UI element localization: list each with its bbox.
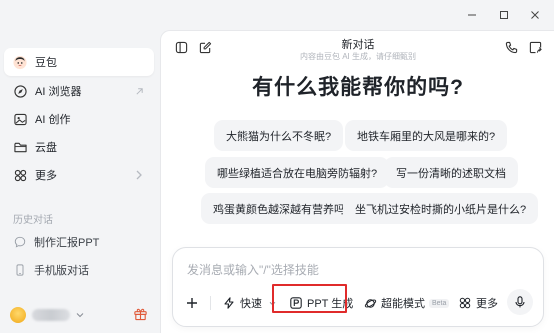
divider <box>210 296 211 310</box>
message-composer[interactable]: 发消息或输入"/"选择技能 快速 PPT 生成 超能模式 Beta 更多 <box>172 247 544 327</box>
ppt-icon <box>289 296 303 310</box>
sidebar-item-label: AI 浏览器 <box>35 86 82 98</box>
sidebar-item-label: 云盘 <box>35 142 57 154</box>
history-section-title: 历史对话 <box>13 215 53 226</box>
chevron-down-icon <box>74 309 86 321</box>
fast-mode-button[interactable]: 快速 <box>222 290 283 316</box>
share-icon[interactable] <box>528 40 542 54</box>
orbit-icon <box>363 296 377 310</box>
suggestion-chip[interactable]: 写一份清晰的述职文档 <box>384 157 518 188</box>
avatar <box>10 307 26 323</box>
history-item-label: 制作汇报PPT <box>34 237 100 249</box>
image-icon <box>13 112 27 126</box>
more-tools-label: 更多 <box>476 298 498 310</box>
beta-badge: Beta <box>429 298 450 308</box>
close-window-icon[interactable] <box>528 8 542 22</box>
sidebar-item-label: 更多 <box>35 170 57 182</box>
doubao-avatar-icon <box>13 55 27 69</box>
phone-icon <box>13 263 27 277</box>
sidebar-item-label: AI 创作 <box>35 114 71 126</box>
attach-button[interactable] <box>185 290 203 316</box>
sidebar-item-cloud-drive[interactable]: 云盘 <box>4 133 154 161</box>
phone-call-icon[interactable] <box>504 40 518 54</box>
user-name-redacted <box>32 309 70 321</box>
chat-panel: 新对话 内容由豆包 AI 生成，请仔细甄别 有什么我能帮你的吗? 大熊猫为什么不… <box>160 30 554 333</box>
grid-icon <box>458 296 472 310</box>
ppt-generate-button[interactable]: PPT 生成 <box>289 290 353 316</box>
page-title: 有什么我能帮你的吗? <box>252 76 464 99</box>
sidebar-item-ai-browser[interactable]: AI 浏览器 <box>4 77 154 105</box>
history-item[interactable]: 制作汇报PPT <box>4 229 154 255</box>
voice-input-button[interactable] <box>507 289 533 315</box>
microphone-icon <box>514 296 526 308</box>
sidebar-item-more[interactable]: 更多 <box>4 161 154 189</box>
lightning-icon <box>222 296 236 310</box>
chat-title: 新对话 <box>341 39 375 51</box>
suggestion-chip[interactable]: 鸡蛋黄颜色越深越有营养吗? <box>201 193 364 224</box>
suggestion-chip[interactable]: 大熊猫为什么不冬眠? <box>214 120 344 151</box>
user-profile[interactable] <box>10 304 150 326</box>
super-mode-label: 超能模式 <box>381 298 425 310</box>
suggestion-chip[interactable]: 坐飞机过安检时撕的小纸片是什么? <box>343 193 539 224</box>
suggestion-chip[interactable]: 哪些绿植适合放在电脑旁防辐射? <box>205 157 390 188</box>
message-input-placeholder[interactable]: 发消息或输入"/"选择技能 <box>187 261 319 278</box>
more-tools-button[interactable]: 更多 <box>458 290 498 316</box>
sidebar-item-doubao[interactable]: 豆包 <box>4 48 154 76</box>
external-arrow-icon <box>132 84 146 98</box>
sidebar: 豆包 AI 浏览器 AI 创作 云盘 更多 历史对话 制作汇报PPT 手机版对话 <box>0 0 160 333</box>
history-item-label: 手机版对话 <box>34 265 89 277</box>
suggestion-chip[interactable]: 地铁车厢里的大风是哪来的? <box>345 120 508 151</box>
maximize-window-icon[interactable] <box>497 8 511 22</box>
super-mode-button[interactable]: 超能模式 Beta <box>363 290 450 316</box>
ppt-generate-label: PPT 生成 <box>307 298 354 310</box>
chat-bubble-icon <box>13 235 27 249</box>
plus-icon <box>185 296 199 310</box>
gift-icon[interactable] <box>133 306 149 322</box>
sidebar-item-label: 豆包 <box>35 57 57 69</box>
history-item[interactable]: 手机版对话 <box>4 257 154 283</box>
minimize-window-icon[interactable] <box>465 8 479 22</box>
chat-disclaimer: 内容由豆包 AI 生成，请仔细甄别 <box>299 52 416 61</box>
folder-icon <box>13 140 27 154</box>
chevron-down-icon <box>265 296 279 310</box>
grid-icon <box>13 168 27 182</box>
compass-icon <box>13 84 27 98</box>
sidebar-item-ai-create[interactable]: AI 创作 <box>4 105 154 133</box>
chevron-right-icon <box>132 168 146 182</box>
fast-mode-label: 快速 <box>240 298 262 310</box>
